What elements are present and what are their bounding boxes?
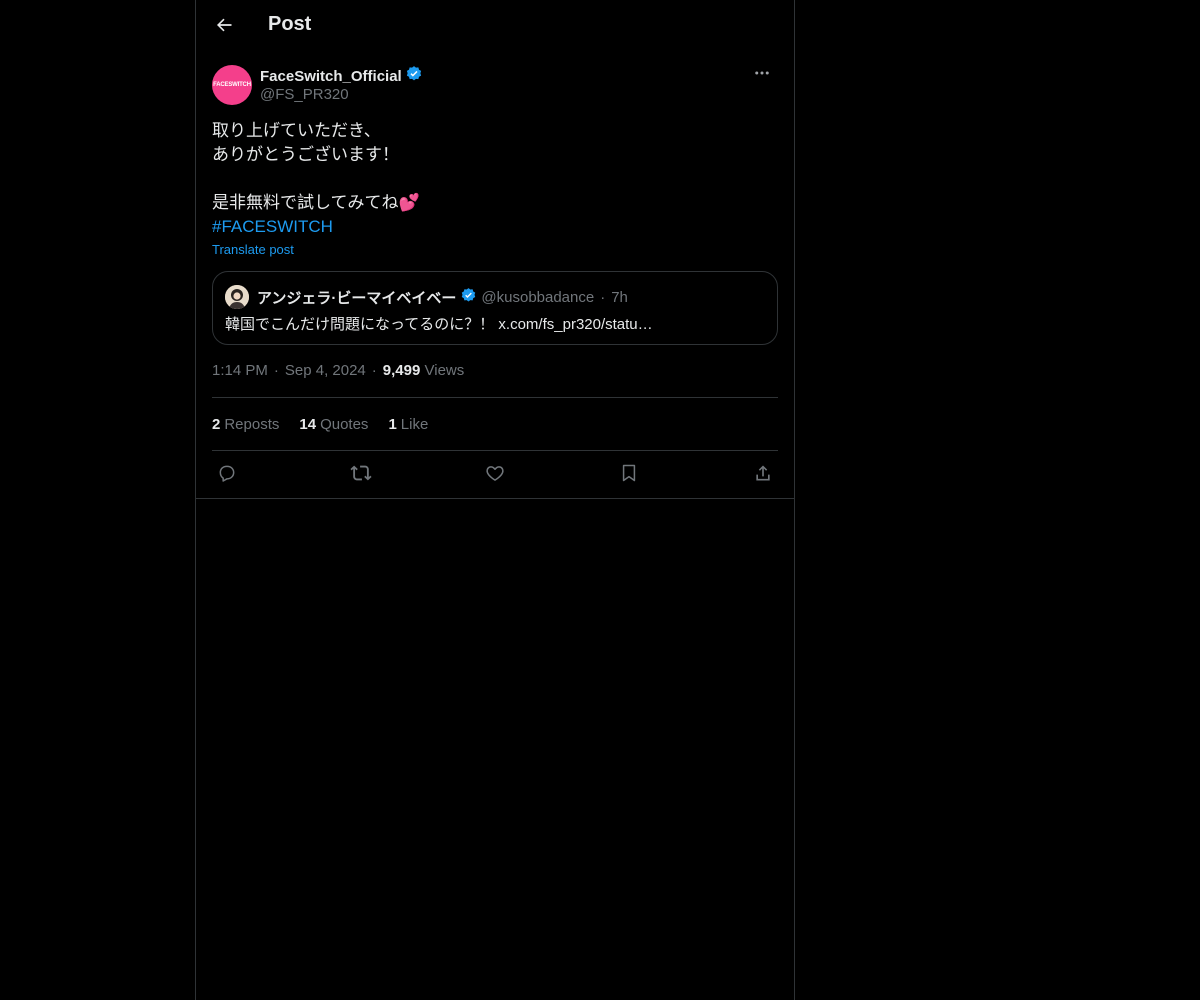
separator-dot: · [600,288,606,306]
like-button[interactable] [480,460,510,490]
post-meta: 1:14 PM · Sep 4, 2024 · 9,499 Views [212,362,464,379]
divider [212,450,778,451]
post-text-line: 是非無料で試してみてね💕 [212,193,420,212]
avatar[interactable]: FACESWITCH [212,65,252,105]
page-title: Post [268,13,312,35]
separator-dot: · [273,362,279,379]
author-display-name: FaceSwitch_Official [260,67,402,85]
likes-count: 1 [388,416,397,433]
quotes-label: Quotes [320,416,369,433]
post-author: FACESWITCH FaceSwitch_Official @FS_PR320 [212,64,778,108]
quoted-post-header: アンジェラ·ビーマイベイベー @kusobbadance · 7h [225,285,628,309]
post-column: Post FACESWITCH FaceSwitch_Official @FS_… [195,0,795,1000]
verified-badge-icon [460,287,477,308]
heart-icon [485,463,505,488]
likes-label: Like [400,416,429,433]
separator-dot: · [371,362,377,379]
action-bar [212,460,778,490]
verified-badge-icon [405,65,423,87]
avatar-logo-text: FACESWITCH [213,82,251,88]
author-name[interactable]: FaceSwitch_Official [260,65,423,87]
quoted-avatar[interactable] [225,285,249,309]
share-button[interactable] [748,460,778,490]
quoted-post[interactable]: アンジェラ·ビーマイベイベー @kusobbadance · 7h 韓国でこんだ… [212,271,778,345]
back-button[interactable] [208,11,240,43]
quoted-post-text: 韓国でこんだけ問題になってるのに？！ x.com/fs_pr320/statu… [225,316,653,333]
more-button[interactable] [746,64,778,86]
quotes-stat[interactable]: 14 Quotes [299,416,368,433]
reposts-label: Reposts [224,416,280,433]
back-arrow-icon [214,15,234,40]
likes-stat[interactable]: 1 Like [388,416,428,433]
quoted-author-name: アンジェラ·ビーマイベイベー [257,289,457,307]
reply-icon [217,463,237,488]
more-icon [753,64,771,87]
repost-icon [350,462,372,489]
bookmark-button[interactable] [614,460,644,490]
views-label: Views [424,362,465,379]
views-count: 9,499 [382,362,421,379]
post-text-line [212,167,778,191]
translate-post-link[interactable]: Translate post [212,242,294,257]
quoted-author-handle: @kusobbadance [481,288,595,306]
reposts-stat[interactable]: 2 Reposts [212,416,279,433]
quotes-count: 14 [299,416,317,433]
repost-button[interactable] [346,460,376,490]
share-icon [753,463,773,488]
engagement-stats: 2 Reposts 14 Quotes 1 Like [212,416,428,433]
post-text: 取り上げていただき、 ありがとうございます！ 是非無料で試してみてね💕 #FAC… [212,119,778,239]
quoted-post-time: 7h [611,288,628,306]
reply-button[interactable] [212,460,242,490]
author-handle[interactable]: @FS_PR320 [260,86,349,103]
divider [196,498,794,499]
hashtag-link[interactable]: #FACESWITCH [212,215,778,239]
header: Post [196,0,794,53]
post-text-line: ありがとうございます！ [212,145,399,164]
post-text-line: 取り上げていただき、 [212,121,381,140]
reposts-count: 2 [212,416,221,433]
post-date[interactable]: Sep 4, 2024 [285,362,366,379]
post-time[interactable]: 1:14 PM [212,362,268,379]
bookmark-icon [619,463,639,488]
divider [212,397,778,398]
